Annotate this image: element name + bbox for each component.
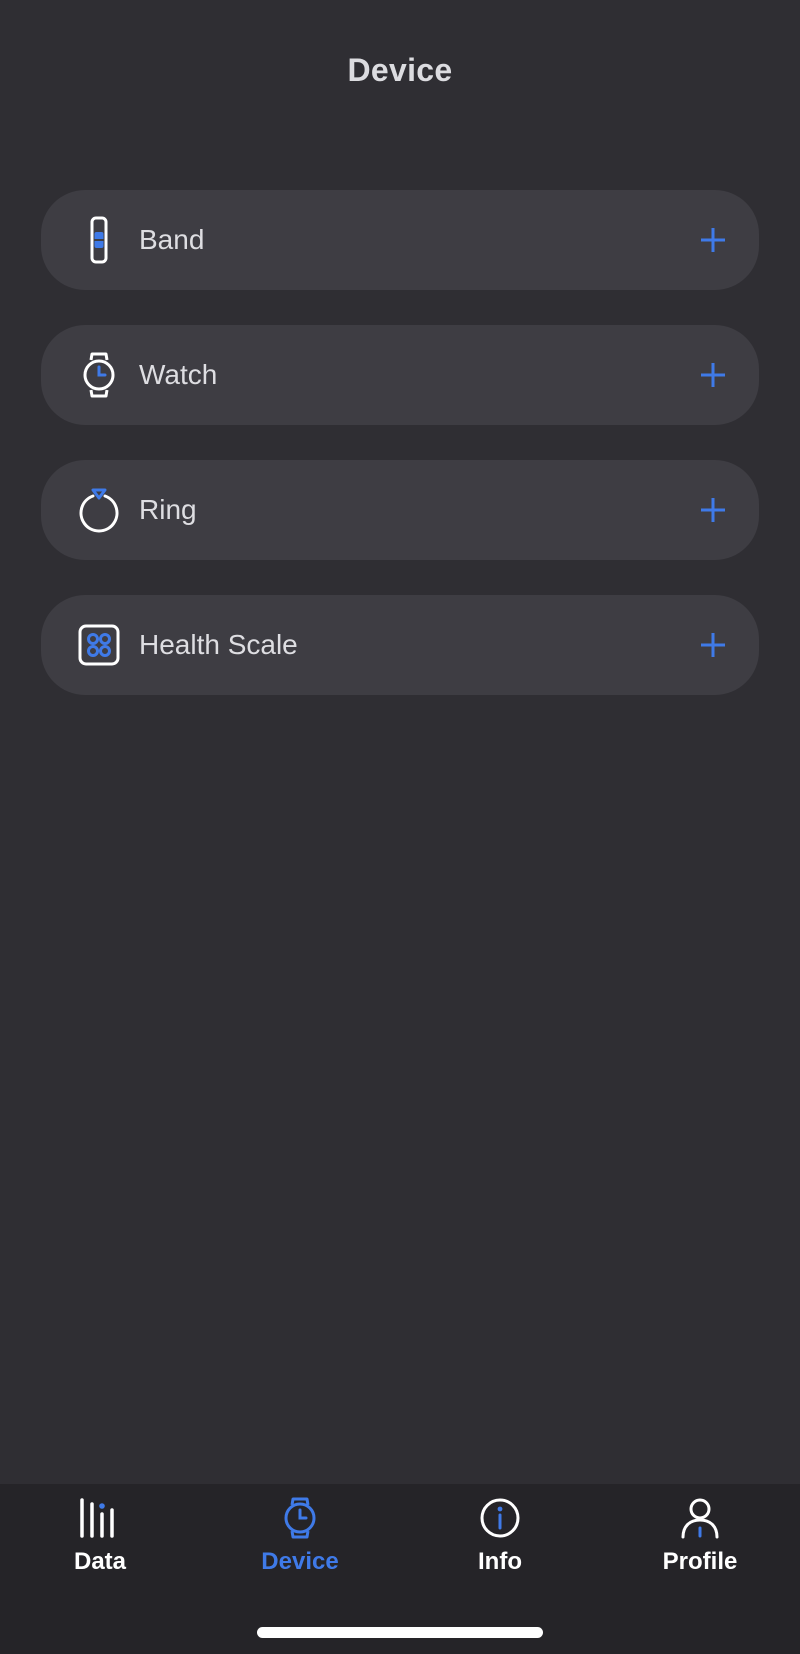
profile-icon (678, 1496, 722, 1540)
device-card-health-scale[interactable]: Health Scale (41, 595, 759, 695)
health-scale-icon (75, 621, 123, 669)
header: Device (0, 0, 800, 150)
plus-icon (701, 498, 725, 522)
add-band-button[interactable] (693, 220, 733, 260)
ring-icon (75, 486, 123, 534)
band-icon (75, 216, 123, 264)
device-list: Band Watch Ring Health Scale (41, 190, 759, 730)
device-card-watch[interactable]: Watch (41, 325, 759, 425)
add-ring-button[interactable] (693, 490, 733, 530)
plus-icon (701, 363, 725, 387)
home-indicator[interactable] (257, 1627, 543, 1638)
device-card-ring[interactable]: Ring (41, 460, 759, 560)
device-label-ring: Ring (139, 494, 197, 525)
data-bars-icon (78, 1496, 122, 1540)
tab-info[interactable]: Info (400, 1484, 600, 1604)
info-icon (478, 1496, 522, 1540)
watch-icon (278, 1496, 322, 1540)
tab-profile[interactable]: Profile (600, 1484, 800, 1604)
add-health-scale-button[interactable] (693, 625, 733, 665)
tab-label-device: Device (261, 1548, 339, 1575)
plus-icon (701, 228, 725, 252)
device-label-watch: Watch (139, 359, 218, 390)
tab-label-profile: Profile (662, 1548, 738, 1575)
watch-icon (75, 351, 123, 399)
device-label-health-scale: Health Scale (139, 629, 298, 660)
tab-data[interactable]: Data (0, 1484, 200, 1604)
tab-device[interactable]: Device (200, 1484, 400, 1604)
page-title: Device (347, 52, 453, 88)
tab-label-info: Info (478, 1548, 522, 1575)
device-card-band[interactable]: Band (41, 190, 759, 290)
device-label-band: Band (139, 224, 205, 255)
add-watch-button[interactable] (693, 355, 733, 395)
tab-label-data: Data (73, 1548, 127, 1575)
plus-icon (701, 633, 725, 657)
